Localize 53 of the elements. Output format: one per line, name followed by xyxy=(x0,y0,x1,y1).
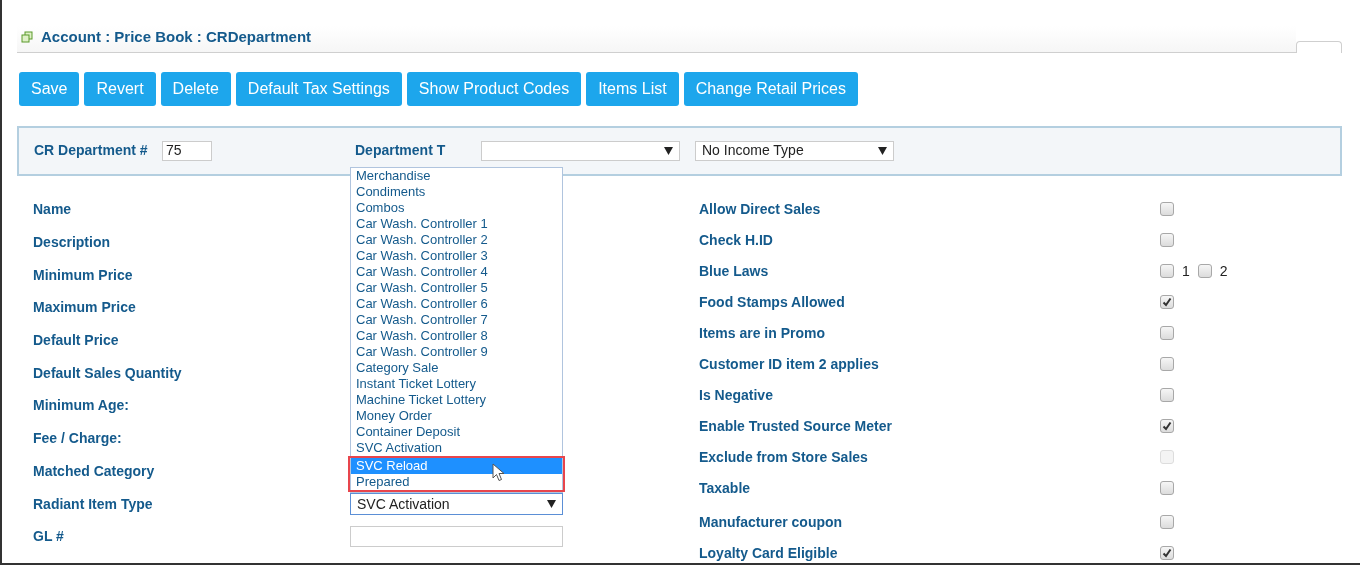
field-label: Manufacturer coupon xyxy=(699,512,844,532)
select-field[interactable]: No Income Type xyxy=(695,140,894,161)
caret-icon xyxy=(878,146,887,155)
field-label: Radiant Item Type xyxy=(33,494,154,514)
checkbox[interactable] xyxy=(1160,515,1174,529)
checkbox[interactable] xyxy=(1160,233,1174,247)
page-title: Account : Price Book : CRDepartment xyxy=(41,27,312,47)
field-label: Minimum Age: xyxy=(33,396,130,416)
checkmark-icon xyxy=(1162,548,1172,558)
field-label: Fee / Charge: xyxy=(33,429,123,449)
checkmark-icon xyxy=(1162,297,1172,307)
checkmark-icon xyxy=(1162,421,1172,431)
checkbox[interactable] xyxy=(1160,295,1174,309)
pages-icon xyxy=(21,31,33,44)
field-label: GL # xyxy=(33,527,65,547)
checkbox[interactable] xyxy=(1160,481,1174,495)
input-field[interactable] xyxy=(350,526,563,548)
checkbox[interactable] xyxy=(1160,326,1174,340)
caret-icon xyxy=(547,500,556,509)
select-field[interactable]: SVC Activation xyxy=(350,493,563,516)
select-field[interactable] xyxy=(481,140,680,161)
field-label: Is Negative xyxy=(699,385,774,405)
checkbox[interactable] xyxy=(1160,419,1174,433)
field-label: Exclude from Store Sales xyxy=(699,447,869,467)
field-label: Default Price xyxy=(33,331,120,351)
field-label: Check H.ID xyxy=(699,230,774,250)
checkbox[interactable] xyxy=(1160,264,1174,278)
field-label: Minimum Price xyxy=(33,265,134,285)
field-label: Taxable xyxy=(699,478,752,498)
department-number-field[interactable]: 75 xyxy=(162,140,212,161)
field-label: Description xyxy=(33,233,111,253)
caret-icon xyxy=(664,146,673,155)
field-label: Food Stamps Allowed xyxy=(699,292,846,312)
checkbox[interactable] xyxy=(1160,388,1174,402)
checkbox-label: 2 xyxy=(1219,261,1228,281)
checkbox[interactable] xyxy=(1160,546,1174,560)
field-label: Loyalty Card Eligible xyxy=(699,543,839,563)
field-label: Department T xyxy=(355,140,447,160)
field-label: Maximum Price xyxy=(33,298,137,318)
field-label: Items are in Promo xyxy=(699,323,827,343)
field-label: Allow Direct Sales xyxy=(699,199,822,219)
checkbox[interactable] xyxy=(1197,264,1212,278)
field-label: Matched Category xyxy=(33,461,156,481)
field-label: Name xyxy=(33,200,73,220)
field-label: Default Sales Quantity xyxy=(33,363,183,383)
field-label: CR Department # xyxy=(34,141,149,160)
field-label: Blue Laws xyxy=(699,261,770,281)
checkbox[interactable] xyxy=(1160,202,1174,216)
checkbox[interactable] xyxy=(1160,357,1174,371)
checkbox-label: 1 xyxy=(1182,261,1190,281)
field-label: Enable Trusted Source Meter xyxy=(699,416,893,436)
field-label: Customer ID item 2 applies xyxy=(699,354,880,374)
mouse-pointer-icon xyxy=(492,463,505,483)
